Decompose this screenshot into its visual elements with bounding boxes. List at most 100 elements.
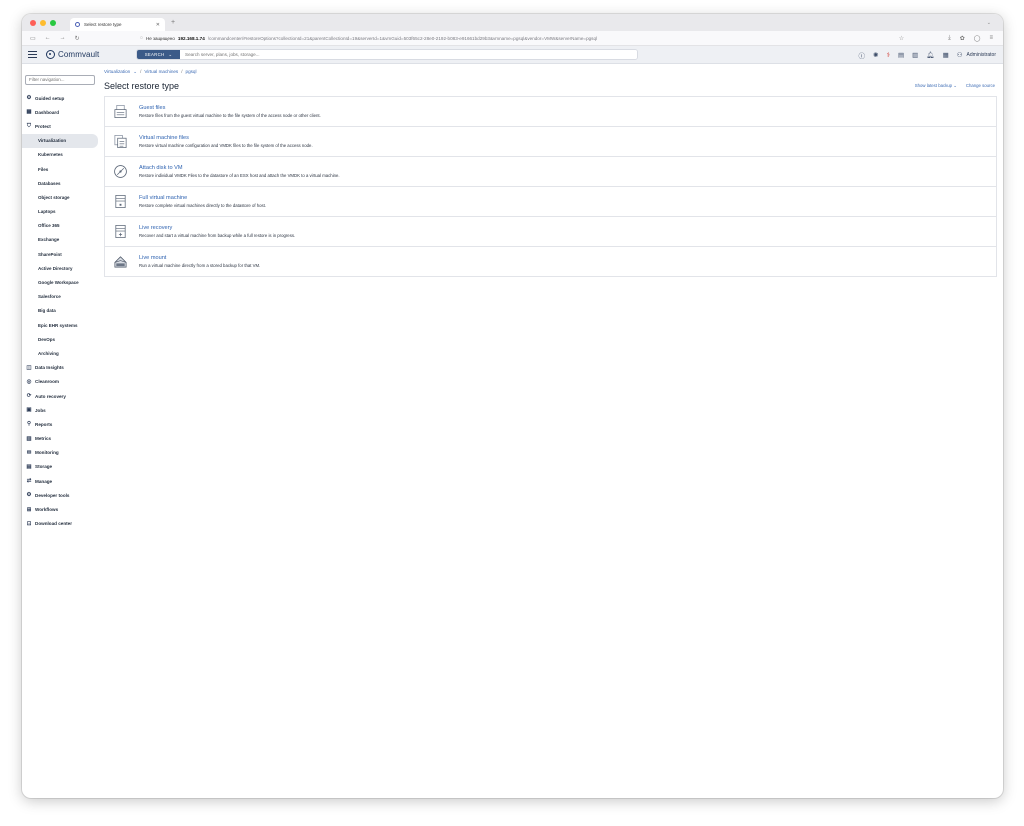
breadcrumb-virtual-machines[interactable]: Virtual machines xyxy=(144,69,178,75)
restore-option-title[interactable]: Guest files xyxy=(139,105,321,111)
sidebar-item-label: Monitoring xyxy=(35,450,59,456)
browser-tab-active[interactable]: Select restore type ✕ xyxy=(70,18,165,31)
breadcrumb: Virtualization ⌄ / Virtual machines / pg… xyxy=(104,69,997,75)
sidebar-item-jobs[interactable]: ▣ Jobs xyxy=(22,403,98,417)
alerts-pulse-icon[interactable]: ⚕ xyxy=(886,51,890,59)
notification-bell-icon[interactable]: 🔔︎ xyxy=(926,51,934,59)
developer-tools-icon: ⚙ xyxy=(26,492,32,499)
commvault-logo-icon xyxy=(46,50,55,59)
back-icon[interactable]: ← xyxy=(45,35,51,42)
restore-option-virtual-machine-files[interactable]: Virtual machine files Restore virtual mac… xyxy=(105,127,996,157)
forward-icon[interactable]: → xyxy=(60,35,66,42)
document-icon[interactable]: ▤ xyxy=(898,51,904,59)
restore-option-title[interactable]: Full virtual machine xyxy=(139,195,266,201)
sidebar-item-devops[interactable]: DevOps xyxy=(22,332,98,346)
sidebar-item-active-directory[interactable]: Active Directory xyxy=(22,261,98,275)
restore-option-text: Guest files Restore files from the guest … xyxy=(139,105,321,118)
search-scope-button[interactable]: SEARCH ⌄ xyxy=(137,50,180,59)
show-latest-backup-button[interactable]: Show latest backup ⌄ xyxy=(915,83,957,89)
tab-list-chevron-icon[interactable]: ⌄ xyxy=(987,20,991,26)
settings-sun-icon[interactable]: ✺ xyxy=(873,51,878,59)
sidebar-item-label: Virtualization xyxy=(38,138,67,144)
sidebar-item-storage[interactable]: ▤ Storage xyxy=(22,460,98,474)
new-tab-button[interactable]: + xyxy=(171,19,175,26)
calendar-icon[interactable]: ▦ xyxy=(943,51,949,59)
breadcrumb-virtualization[interactable]: Virtualization xyxy=(104,69,130,75)
reload-icon[interactable]: ↻ xyxy=(75,35,80,42)
breadcrumb-pgsql[interactable]: pgsql xyxy=(186,69,197,75)
sidebar-item-big-data[interactable]: Big data xyxy=(22,304,98,318)
restore-option-title[interactable]: Virtual machine files xyxy=(139,135,313,141)
hamburger-menu-icon[interactable] xyxy=(28,51,37,58)
clipboard-icon[interactable]: ▥ xyxy=(912,51,918,59)
restore-option-text: Live mount Run a virtual machine directly… xyxy=(139,255,260,268)
sidebar-item-monitoring[interactable]: ✉ Monitoring xyxy=(22,446,98,460)
sidebar-item-label: Jobs xyxy=(35,407,46,413)
sidebar-item-label: Cleanroom xyxy=(35,379,59,385)
browser-tab-title: Select restore type xyxy=(84,22,122,27)
restore-option-live-recovery[interactable]: Live recovery Recover and start a virtual… xyxy=(105,217,996,247)
restore-option-title[interactable]: Live mount xyxy=(139,255,260,261)
sidebar-item-virtualization[interactable]: Virtualization xyxy=(22,133,98,148)
chevron-down-icon[interactable]: ⌄ xyxy=(133,69,137,75)
sidebar-item-protect[interactable]: ⛉ Protect xyxy=(22,119,98,133)
restore-option-description: Recover and start a virtual machine from… xyxy=(139,233,296,238)
menu-icon[interactable]: ≡ xyxy=(989,35,993,42)
sidebar-item-salesforce[interactable]: Salesforce xyxy=(22,290,98,304)
sidebar-item-laptops[interactable]: Laptops xyxy=(22,205,98,219)
change-source-button[interactable]: Change source xyxy=(966,83,995,89)
sidebar-item-label: Archiving xyxy=(38,350,59,356)
sidebar-toggle-icon[interactable]: ▭ xyxy=(30,35,36,42)
sidebar-item-metrics[interactable]: ▥ Metrics xyxy=(22,432,98,446)
account-icon[interactable]: ◯ xyxy=(974,35,981,42)
extensions-icon[interactable]: ✿ xyxy=(960,35,965,42)
user-name[interactable]: Administrator xyxy=(967,52,996,58)
sidebar-item-google-workspace[interactable]: Google Workspace xyxy=(22,275,98,289)
sidebar-item-sharepoint[interactable]: SharePoint xyxy=(22,247,98,261)
browser-window: Select restore type ✕ + ⌄ ▭ ← → ↻ ◌ Не з… xyxy=(22,14,1003,798)
sidebar-item-epic-ehr-systems[interactable]: Epic EHR systems xyxy=(22,318,98,332)
sidebar-item-download-center[interactable]: ⊡ Download center xyxy=(22,517,98,531)
filter-navigation-input[interactable] xyxy=(25,74,95,85)
sidebar-item-guided-setup[interactable]: ⚙ Guided setup xyxy=(22,91,98,105)
page-title: Select restore type xyxy=(104,81,180,91)
sidebar-item-dashboard[interactable]: ▦ Dashboard xyxy=(22,105,98,119)
show-latest-backup-label: Show latest backup xyxy=(914,83,953,88)
minimize-window-button[interactable] xyxy=(40,19,46,26)
sidebar-item-developer-tools[interactable]: ⚙ Developer tools xyxy=(22,488,98,502)
restore-option-full-virtual-machine[interactable]: Full virtual machine Restore complete vir… xyxy=(105,187,996,217)
restore-option-live-mount[interactable]: Live mount Run a virtual machine directly… xyxy=(105,247,996,277)
sidebar-item-databases[interactable]: Databases xyxy=(22,176,98,190)
downloads-icon[interactable]: ⤓ xyxy=(948,35,951,42)
sidebar-item-reports[interactable]: ⚲ Reports xyxy=(22,417,98,431)
browser-toolbar: ▭ ← → ↻ ◌ Не защищено 192.168.1.74 /comm… xyxy=(22,31,1003,46)
sidebar-item-data-insights[interactable]: ◫ Data Insights xyxy=(22,361,98,375)
sidebar-item-workflows[interactable]: ⊞ Workflows xyxy=(22,502,98,516)
storage-icon: ▤ xyxy=(26,463,32,470)
close-window-button[interactable] xyxy=(30,19,36,26)
breadcrumb-separator: / xyxy=(181,69,183,74)
app-header: Commvault SEARCH ⌄ ⓘ ✺ ⚕ ▤ ▥ 🔔︎ ▦ ⚇ Admi… xyxy=(22,46,1003,64)
restore-option-guest-files[interactable]: Guest files Restore files from the guest … xyxy=(105,97,996,127)
close-tab-icon[interactable]: ✕ xyxy=(156,22,160,28)
sidebar-item-archiving[interactable]: Archiving xyxy=(22,346,98,360)
sidebar-item-cleanroom[interactable]: ◎ Cleanroom xyxy=(22,375,98,389)
sidebar-item-files[interactable]: Files xyxy=(22,162,98,176)
sidebar-item-kubernetes[interactable]: Kubernetes xyxy=(22,148,98,162)
user-icon[interactable]: ⚇ xyxy=(957,51,963,59)
restore-option-attach-disk-to-vm[interactable]: Attach disk to VM Restore individual VMDK… xyxy=(105,157,996,187)
search-input[interactable] xyxy=(180,50,637,59)
restore-option-title[interactable]: Live recovery xyxy=(139,225,295,231)
sidebar-item-manage[interactable]: ⇄ Manage xyxy=(22,474,98,488)
gear-icon: ⚙ xyxy=(26,95,32,102)
sidebar-item-exchange[interactable]: Exchange xyxy=(22,233,98,247)
sidebar-item-auto-recovery[interactable]: ⟳ Auto recovery xyxy=(22,389,98,403)
zoom-window-button[interactable] xyxy=(50,19,56,26)
commvault-logo[interactable]: Commvault xyxy=(46,50,136,59)
address-bar[interactable]: ◌ Не защищено 192.168.1.74 /commandcente… xyxy=(140,35,899,41)
sidebar-item-object-storage[interactable]: Object storage xyxy=(22,190,98,204)
sidebar-item-office-365[interactable]: Office 365 xyxy=(22,219,98,233)
restore-option-title[interactable]: Attach disk to VM xyxy=(139,165,340,171)
help-icon[interactable]: ⓘ xyxy=(859,50,866,60)
bookmark-star-icon[interactable]: ☆ xyxy=(899,35,904,42)
